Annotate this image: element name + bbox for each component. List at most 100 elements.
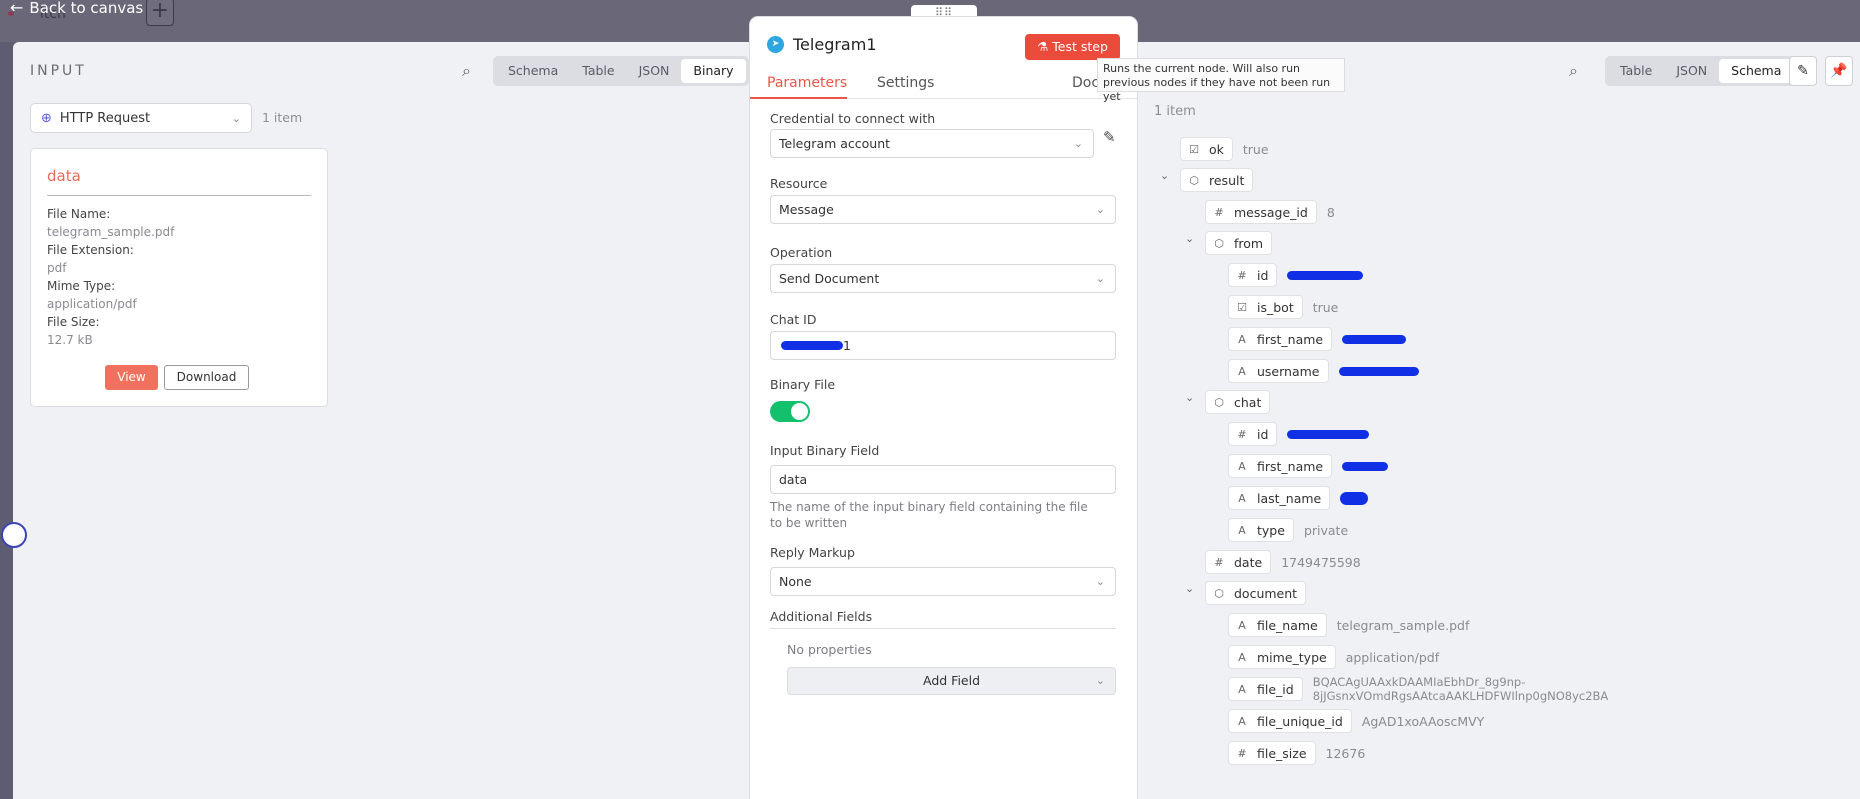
schema-key[interactable]: Amime_type (1228, 645, 1336, 669)
schema-key[interactable]: Afirst_name (1228, 454, 1333, 478)
output-tab-json[interactable]: JSON (1664, 59, 1719, 83)
pin-data-button[interactable]: 📌 (1825, 56, 1853, 86)
schema-key[interactable]: # date (1205, 550, 1272, 574)
output-tab-table[interactable]: Table (1608, 59, 1664, 83)
pencil-icon[interactable]: ✎ (1103, 128, 1116, 146)
string-type-icon: A (1238, 523, 1246, 537)
number-type-icon: # (1214, 555, 1224, 569)
binary-data-card: data File Name: telegram_sample.pdf File… (30, 148, 328, 407)
input-tab-table[interactable]: Table (570, 59, 626, 83)
resource-select[interactable]: Message ⌄ (770, 195, 1116, 224)
tab-parameters[interactable]: Parameters (767, 75, 847, 91)
add-field-label: Add Field (922, 673, 981, 688)
input-binary-field-input[interactable]: data (770, 465, 1116, 494)
input-binary-field-hint: The name of the input binary field conta… (770, 500, 1088, 530)
flask-icon: ⚗ (1037, 39, 1049, 54)
number-type-icon: # (1237, 268, 1247, 282)
search-icon[interactable]: ⌕ (462, 61, 471, 81)
input-tab-schema[interactable]: Schema (496, 59, 570, 83)
redaction-mark (1342, 334, 1407, 344)
schema-row-type: Atype private (1228, 518, 1348, 542)
credential-select[interactable]: Telegram account ⌄ (770, 129, 1094, 158)
schema-key[interactable]: Afirst_name (1228, 327, 1333, 351)
schema-row-from: ⬡ from (1205, 231, 1273, 255)
string-type-icon: A (1238, 714, 1246, 728)
schema-key[interactable]: Ausername (1228, 359, 1329, 383)
output-item-count: 1 item (1154, 104, 1196, 119)
schema-key[interactable]: Afile_name (1228, 613, 1327, 637)
schema-row-from-first-name: Afirst_name (1228, 327, 1407, 351)
redaction-mark (1338, 366, 1419, 376)
back-to-canvas-link[interactable]: ← Back to canvas (10, 0, 143, 17)
back-to-canvas-label: Back to canvas (29, 0, 144, 17)
arrow-left-icon: ← (10, 0, 24, 17)
schema-value: 8 (1326, 204, 1335, 220)
schema-key[interactable]: # message_id (1205, 200, 1317, 224)
number-type-icon: # (1214, 205, 1224, 219)
toggle-knob (791, 403, 808, 420)
schema-key[interactable]: Alast_name (1228, 486, 1331, 510)
download-button[interactable]: Download (164, 365, 249, 390)
no-properties-text: No properties (787, 642, 872, 657)
view-button[interactable]: View (105, 365, 158, 390)
schema-key[interactable]: ⬡ result (1180, 168, 1254, 192)
boolean-type-icon: ☑ (1237, 300, 1247, 314)
schema-key[interactable]: ⬡ from (1205, 231, 1273, 255)
source-node-select[interactable]: ⊕ HTTP Request ⌄ (30, 103, 252, 133)
schema-key[interactable]: # id (1228, 422, 1278, 446)
resource-label: Resource (770, 176, 828, 191)
binary-file-toggle[interactable] (770, 401, 810, 422)
schema-key[interactable]: # file_size (1228, 741, 1316, 765)
schema-row-mime-type: Amime_type application/pdf (1228, 645, 1439, 669)
schema-row-file-id: Afile_id BQACAgUAAxkDAAMIaEbhDr_8g9np-8j… (1228, 675, 1608, 703)
tab-settings[interactable]: Settings (877, 75, 934, 91)
string-type-icon: A (1238, 332, 1246, 346)
schema-value: 12676 (1325, 745, 1366, 761)
reply-markup-select[interactable]: None ⌄ (770, 567, 1116, 596)
input-title: INPUT (30, 63, 87, 79)
string-type-icon: A (1238, 491, 1246, 505)
schema-key[interactable]: ⬡ chat (1205, 390, 1271, 414)
schema-key[interactable]: # id (1228, 263, 1278, 287)
additional-fields-heading: Additional Fields (770, 609, 873, 624)
input-tab-binary[interactable]: Binary (681, 59, 746, 83)
schema-key[interactable]: Atype (1228, 518, 1294, 542)
chevron-down-icon: ⌄ (231, 111, 241, 125)
schema-value: true (1312, 299, 1339, 315)
output-search-icon[interactable]: ⌕ (1569, 61, 1578, 81)
chevron-down-icon[interactable]: ⌄ (1160, 169, 1169, 182)
schema-key[interactable]: ⬡ document (1205, 581, 1307, 605)
schema-key[interactable]: Afile_unique_id (1228, 709, 1352, 733)
file-name-label: File Name: (47, 207, 111, 221)
add-field-button[interactable]: Add Field ⌄ (787, 667, 1116, 695)
chevron-down-icon: ⌄ (1095, 203, 1105, 216)
redaction-mark (1340, 491, 1369, 505)
output-view-tabs: Table JSON Schema (1605, 56, 1797, 86)
schema-value: telegram_sample.pdf (1336, 617, 1470, 633)
chat-id-input[interactable]: 1 (770, 331, 1116, 360)
schema-row-file-size: # file_size 12676 (1228, 741, 1365, 765)
node-title-text[interactable]: Telegram1 (793, 35, 877, 54)
input-binary-field-label: Input Binary Field (770, 443, 880, 458)
schema-key[interactable]: ☑ is_bot (1228, 295, 1303, 319)
schema-key[interactable]: Afile_id (1228, 677, 1303, 701)
operation-select[interactable]: Send Document ⌄ (770, 264, 1116, 293)
chevron-down-icon[interactable]: ⌄ (1185, 391, 1194, 404)
redaction-mark (1287, 270, 1364, 280)
mime-type-label: Mime Type: (47, 279, 116, 293)
schema-row-file-unique-id: Afile_unique_id AgAD1xoAAoscMVY (1228, 709, 1484, 733)
output-tab-schema[interactable]: Schema (1719, 59, 1794, 83)
chevron-down-icon: ⌄ (1095, 575, 1105, 588)
canvas-node-handle[interactable] (1, 522, 27, 548)
edit-output-button[interactable]: ✎ (1789, 56, 1817, 86)
test-step-button[interactable]: ⚗ Test step (1025, 34, 1120, 60)
chevron-down-icon[interactable]: ⌄ (1185, 232, 1194, 245)
divider (47, 195, 311, 196)
chevron-down-icon[interactable]: ⌄ (1185, 582, 1194, 595)
schema-key[interactable]: ☑ ok (1180, 137, 1233, 161)
file-ext-value: pdf (47, 261, 67, 275)
add-node-button[interactable]: + (146, 0, 174, 26)
number-type-icon: # (1237, 746, 1247, 760)
object-type-icon: ⬡ (1214, 236, 1224, 250)
input-tab-json[interactable]: JSON (627, 59, 682, 83)
